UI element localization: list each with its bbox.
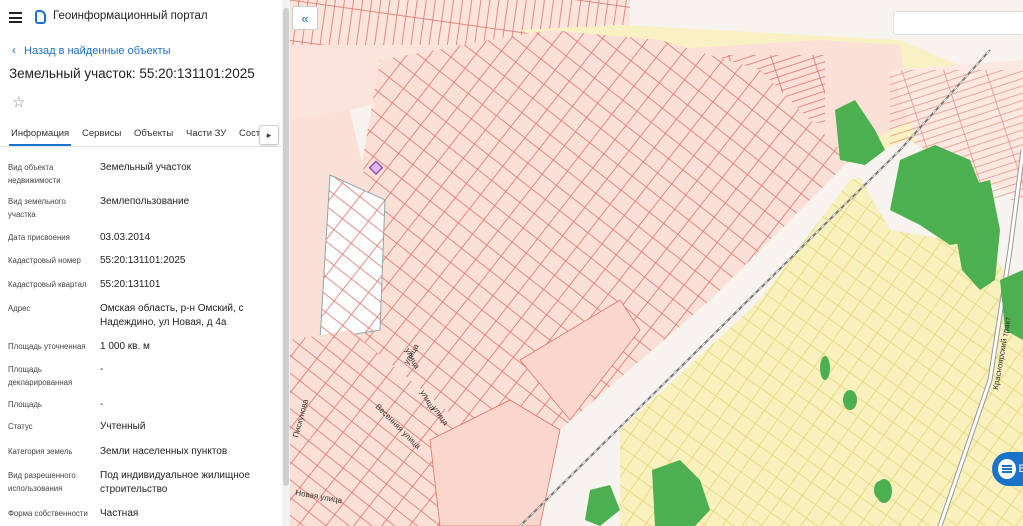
attribute-label: Форма собственности: [8, 509, 88, 518]
portal-logo-icon: [35, 10, 46, 24]
chat-button-label: Во: [1018, 463, 1023, 475]
attribute-value: Учтенный: [100, 421, 146, 432]
chat-bubble-icon: [998, 459, 1016, 479]
tabs-scroll-right-button[interactable]: ▸: [259, 125, 279, 145]
info-panel: Геоинформационный портал ‹ Назад в найден…: [0, 0, 283, 526]
attribute-label: Вид объекта недвижимости: [8, 163, 61, 185]
attribute-value: Омская область, р-н Омский, с Надеждино,…: [100, 303, 244, 328]
attribute-value: 1 000 кв. м: [100, 341, 150, 352]
tab-objects[interactable]: Объекты: [134, 128, 173, 139]
tab-land-parts[interactable]: Части ЗУ: [186, 128, 226, 139]
back-to-results-link[interactable]: ‹ Назад в найденные объекты: [12, 43, 171, 57]
attribute-value: Под индивидуальное жилищное строительств…: [100, 470, 250, 495]
attribute-value: Земельный участок: [100, 162, 192, 173]
scrollbar-thumb[interactable]: [283, 8, 289, 486]
attribute-value: -: [100, 364, 104, 375]
attribute-value: Земли населенных пунктов: [100, 446, 228, 457]
attribute-label: Статус: [8, 422, 33, 431]
attribute-value: 03.03.2014: [100, 232, 151, 243]
attribute-label: Вид разрешенного использования: [8, 471, 76, 493]
attribute-label: Площадь: [8, 400, 42, 409]
attribute-label: Адрес: [8, 304, 31, 313]
hamburger-menu-icon[interactable]: [9, 12, 22, 23]
attribute-label: Площадь уточненная: [8, 342, 86, 351]
attribute-label: Площадь декларированная: [8, 365, 73, 387]
attribute-label: Кадастровый квартал: [8, 280, 87, 289]
tab-information[interactable]: Информация: [8, 128, 72, 146]
back-link-label: Назад в найденные объекты: [24, 45, 171, 57]
attribute-value: Частная: [100, 508, 139, 519]
attribute-value: 55:20:131101: [100, 279, 161, 290]
panel-scrollbar[interactable]: [282, 0, 290, 526]
tab-services[interactable]: Сервисы: [82, 128, 121, 139]
attribute-label: Кадастровый номер: [8, 256, 81, 265]
attribute-label: Вид земельного участка: [8, 197, 66, 219]
tab-bar: Информация Сервисы Объекты Части ЗУ Сост…: [0, 122, 282, 147]
map-search-input[interactable]: [893, 11, 1023, 35]
chevron-left-icon: ‹: [12, 43, 16, 57]
map-canvas[interactable]: Красноярский тракт улица улица улица ули…: [290, 0, 1023, 526]
attribute-label: Дата присвоения: [8, 233, 70, 242]
attribute-label: Категория земель: [8, 447, 73, 456]
page-title: Земельный участок: 55:20:131101:2025: [9, 66, 255, 81]
panel-header: Геоинформационный портал: [0, 0, 282, 36]
app-title: Геоинформационный портал: [53, 10, 208, 22]
cadastral-map[interactable]: Красноярский тракт улица улица улица ули…: [290, 0, 1023, 526]
collapse-panel-button[interactable]: «: [292, 6, 318, 30]
favorite-star-icon[interactable]: ☆: [12, 93, 25, 111]
attribute-value: -: [100, 399, 104, 410]
attribute-value: 55:20:131101:2025: [100, 255, 186, 266]
chat-assistant-button[interactable]: Во: [992, 452, 1023, 486]
attribute-value: Землепользование: [100, 196, 190, 207]
